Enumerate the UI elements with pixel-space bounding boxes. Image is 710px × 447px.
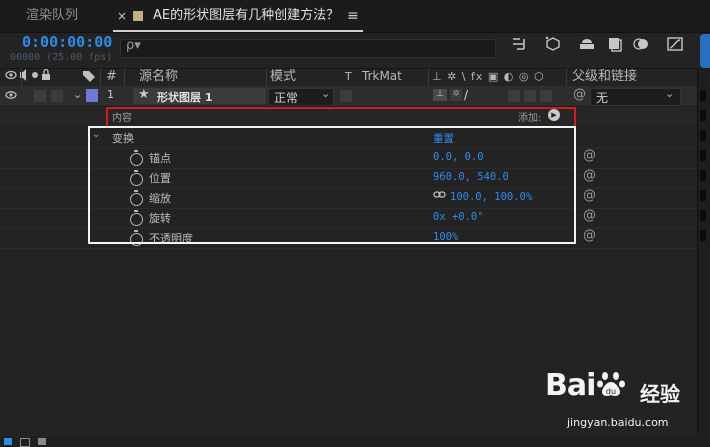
svg-text:du: du xyxy=(606,387,616,396)
frame-blending-icon[interactable] xyxy=(604,36,626,58)
expression-pickwhip-icon[interactable]: @ xyxy=(583,188,596,203)
col-source-name[interactable]: 源名称 xyxy=(139,68,178,85)
watermark-url: jingyan.baidu.com xyxy=(567,416,669,429)
col-divider xyxy=(21,68,22,86)
parent-value: 无 xyxy=(596,91,609,105)
chevron-down-icon: ⌄ xyxy=(665,87,675,100)
toggle-in-out-icon[interactable] xyxy=(38,438,46,445)
expand-chevron-icon[interactable]: ⌄ xyxy=(73,88,82,101)
tab-close-icon[interactable]: × xyxy=(117,0,127,32)
layer-bar-marker xyxy=(700,210,706,221)
col-t: T xyxy=(345,70,352,83)
visibility-eye-icon[interactable] xyxy=(5,89,17,104)
comp-flowchart-icon[interactable] xyxy=(510,36,532,58)
expression-pickwhip-icon[interactable]: @ xyxy=(583,208,596,223)
col-divider xyxy=(566,68,567,86)
quality-switch-icon[interactable]: / xyxy=(464,88,468,102)
adjustment-switch[interactable] xyxy=(524,90,536,102)
toggle-switches-icon[interactable] xyxy=(4,438,12,445)
baidu-paw-icon: du xyxy=(596,369,626,399)
layer-search-input[interactable] xyxy=(120,39,496,58)
add-label: 添加: xyxy=(518,113,542,124)
shape-layer-star-icon: ★ xyxy=(138,87,150,102)
layer-index: 1 xyxy=(107,88,114,101)
transform-highlight-box xyxy=(88,126,576,244)
preserve-transparency-box[interactable] xyxy=(340,90,352,102)
frame-rate-display: 00000 (25.00 fps) xyxy=(10,52,113,63)
add-menu-button[interactable]: ▶ xyxy=(548,109,560,121)
layer-name[interactable]: 形状图层 1 xyxy=(157,89,212,105)
chevron-down-icon: ⌄ xyxy=(321,87,331,100)
content-highlight-box xyxy=(106,107,576,128)
solo-switch[interactable] xyxy=(34,90,46,102)
col-trkmat: TrkMat xyxy=(362,69,402,83)
lock-switch[interactable] xyxy=(51,90,63,102)
av-features-header xyxy=(5,68,65,85)
pick-whip-icon[interactable]: @ xyxy=(573,87,586,102)
expression-pickwhip-icon[interactable]: @ xyxy=(583,168,596,183)
layer-bar-marker xyxy=(700,170,706,181)
tab-render-queue[interactable]: 渲染队列 xyxy=(26,0,78,32)
col-divider xyxy=(100,68,101,86)
expression-pickwhip-icon[interactable]: @ xyxy=(583,148,596,163)
col-number: # xyxy=(106,69,117,84)
label-tag-icon xyxy=(82,70,96,87)
bottom-toolbar xyxy=(0,437,710,447)
col-divider xyxy=(266,68,267,86)
motion-blur-switch[interactable] xyxy=(508,90,520,102)
shy-switch-icon[interactable]: ⊥ xyxy=(433,89,447,101)
col-switches: ⊥ ✲ \ fx ▣ ◐ ◎ ⬡ xyxy=(432,70,545,83)
layer-bar-marker xyxy=(700,230,706,241)
search-icon: ρ▾ xyxy=(126,38,141,53)
layer-bar-marker xyxy=(700,190,706,201)
toggle-modes-icon[interactable] xyxy=(20,438,30,447)
layer-bar-marker xyxy=(700,150,706,161)
collapse-switch-icon[interactable]: ✲ xyxy=(450,89,462,101)
mode-value: 正常 xyxy=(274,91,299,105)
draft-3d-icon[interactable] xyxy=(542,36,564,58)
comp-color-swatch xyxy=(133,11,143,21)
current-time-display[interactable]: 0:00:00:00 xyxy=(22,33,112,51)
layer-bar-marker xyxy=(700,130,706,141)
layer-label-color[interactable] xyxy=(86,89,98,102)
timeline-strip[interactable] xyxy=(697,68,710,447)
layer-bar-marker xyxy=(700,110,706,121)
col-divider xyxy=(124,68,125,86)
active-tab-underline xyxy=(113,30,363,32)
shy-layers-icon[interactable] xyxy=(576,36,598,58)
col-mode: 模式 xyxy=(270,69,297,84)
layer-bar-marker xyxy=(700,90,706,101)
tab-composition[interactable]: AE的形状图层有几种创建方法？ xyxy=(153,0,339,32)
col-divider xyxy=(428,68,429,86)
time-navigator-handle[interactable] xyxy=(700,34,710,68)
3d-layer-switch[interactable] xyxy=(540,90,552,102)
baidu-jingyan-text: 经验 xyxy=(640,382,680,406)
motion-blur-icon[interactable] xyxy=(630,36,652,58)
graph-editor-icon[interactable] xyxy=(664,36,686,58)
panel-menu-icon[interactable]: ≡ xyxy=(347,0,359,32)
expression-pickwhip-icon[interactable]: @ xyxy=(583,228,596,243)
baidu-logo-text: Bai xyxy=(545,368,596,403)
content-label[interactable]: 内容 xyxy=(112,109,132,124)
col-parent-link: 父级和链接 xyxy=(572,69,638,84)
